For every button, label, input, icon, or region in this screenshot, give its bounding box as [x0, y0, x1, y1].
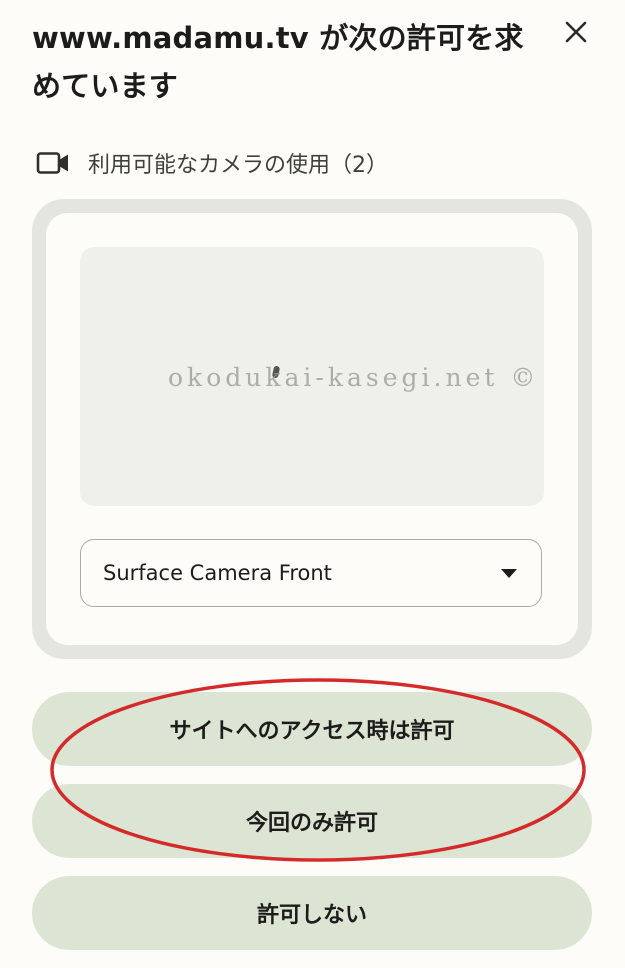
permission-text: 利用可能なカメラの使用（2）: [88, 153, 388, 178]
camera-select-dropdown[interactable]: Surface Camera Front: [80, 539, 542, 607]
never-allow-button[interactable]: 許可しない: [32, 876, 592, 950]
camera-select-value: Surface Camera Front: [103, 561, 332, 585]
permission-row: 利用可能なカメラの使用（2）: [36, 146, 388, 180]
watermark-text: okodukai-kasegi.net ©: [168, 363, 540, 392]
camera-preview-inner: Surface Camera Front: [46, 213, 578, 645]
dialog-title: www.madamu.tv が次の許可を求めています: [32, 21, 524, 103]
close-button[interactable]: [556, 14, 596, 54]
dialog-header: www.madamu.tv が次の許可を求めています: [32, 14, 532, 110]
camera-preview-card: Surface Camera Front: [32, 199, 592, 659]
video-camera-icon: [36, 151, 70, 175]
close-icon: [565, 21, 587, 47]
caret-down-icon: [501, 568, 517, 578]
allow-while-visiting-button[interactable]: サイトへのアクセス時は許可: [32, 692, 592, 766]
allow-this-time-button[interactable]: 今回のみ許可: [32, 784, 592, 858]
